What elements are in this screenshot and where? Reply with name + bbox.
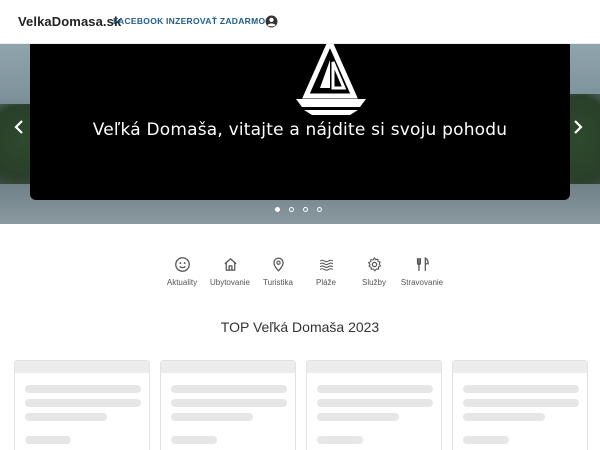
slider-dot-2[interactable] xyxy=(289,207,294,212)
category-ubytovanie[interactable]: Ubytovanie xyxy=(206,256,254,287)
site-logo[interactable]: VelkaDomasa.sk xyxy=(18,14,121,29)
chevron-left-icon[interactable] xyxy=(14,120,24,139)
slider-dot-3[interactable] xyxy=(303,207,308,212)
hero-title: Veľká Domaša, vitajte a nájdite si svoju… xyxy=(92,120,508,140)
gear-icon xyxy=(367,257,381,272)
category-label: Aktuality xyxy=(166,278,198,287)
category-stravovanie[interactable]: Stravovanie xyxy=(398,256,446,287)
card-list xyxy=(14,360,588,450)
skeleton-image xyxy=(453,361,587,373)
skeleton-image xyxy=(161,361,295,373)
slider-dot-4[interactable] xyxy=(317,207,322,212)
category-turistika[interactable]: Turistika xyxy=(254,256,302,287)
skeleton-line xyxy=(25,436,71,444)
account-circle-icon[interactable] xyxy=(265,15,278,28)
skeleton-line xyxy=(463,413,545,421)
slider-dot-1[interactable] xyxy=(275,207,280,212)
skeleton-line xyxy=(463,399,579,407)
skeleton-card xyxy=(306,360,442,450)
category-sluzby[interactable]: Služby xyxy=(350,256,398,287)
skeleton-card xyxy=(160,360,296,450)
category-label: Ubytovanie xyxy=(209,278,251,287)
skeleton-card xyxy=(452,360,588,450)
nav-advertise-link[interactable]: INZEROVAŤ ZADARMO xyxy=(166,16,265,26)
nav-facebook-link[interactable]: FACEBOOK xyxy=(113,16,164,26)
skeleton-line xyxy=(171,413,253,421)
skeleton-line xyxy=(25,413,107,421)
skeleton-line xyxy=(25,399,141,407)
map-pin-icon xyxy=(272,257,284,272)
sailboat-logo-icon xyxy=(296,44,366,115)
skeleton-line xyxy=(463,385,579,393)
home-icon xyxy=(223,258,237,271)
skeleton-image xyxy=(307,361,441,373)
category-plaze[interactable]: Pláže xyxy=(302,256,350,287)
skeleton-image xyxy=(15,361,149,373)
skeleton-line xyxy=(463,436,509,444)
top-header: VelkaDomasa.sk FACEBOOK INZEROVAŤ ZADARM… xyxy=(0,0,600,44)
category-label: Služby xyxy=(361,278,386,287)
waves-icon xyxy=(319,259,333,271)
skeleton-line xyxy=(171,385,287,393)
category-label: Turistika xyxy=(263,278,293,287)
hero-slider: Veľká Domaša, vitajte a nájdite si svoju… xyxy=(0,44,600,224)
slider-pagination xyxy=(275,207,322,212)
skeleton-line xyxy=(317,399,433,407)
category-label: Pláže xyxy=(315,278,336,287)
skeleton-line xyxy=(317,436,363,444)
smiley-icon xyxy=(174,257,190,272)
skeleton-line xyxy=(171,436,217,444)
category-nav: Aktuality Ubytovanie Turistika Pláže Slu… xyxy=(158,256,446,287)
skeleton-line xyxy=(171,399,287,407)
skeleton-line xyxy=(317,385,433,393)
skeleton-card xyxy=(14,360,150,450)
skeleton-line xyxy=(317,413,399,421)
cutlery-icon xyxy=(416,257,429,271)
category-aktuality[interactable]: Aktuality xyxy=(158,256,206,287)
skeleton-line xyxy=(25,385,141,393)
hero-banner: Veľká Domaša, vitajte a nájdite si svoju… xyxy=(30,44,570,200)
chevron-right-icon[interactable] xyxy=(573,120,583,139)
category-label: Stravovanie xyxy=(400,278,444,287)
section-title: TOP Veľká Domaša 2023 xyxy=(220,319,380,335)
